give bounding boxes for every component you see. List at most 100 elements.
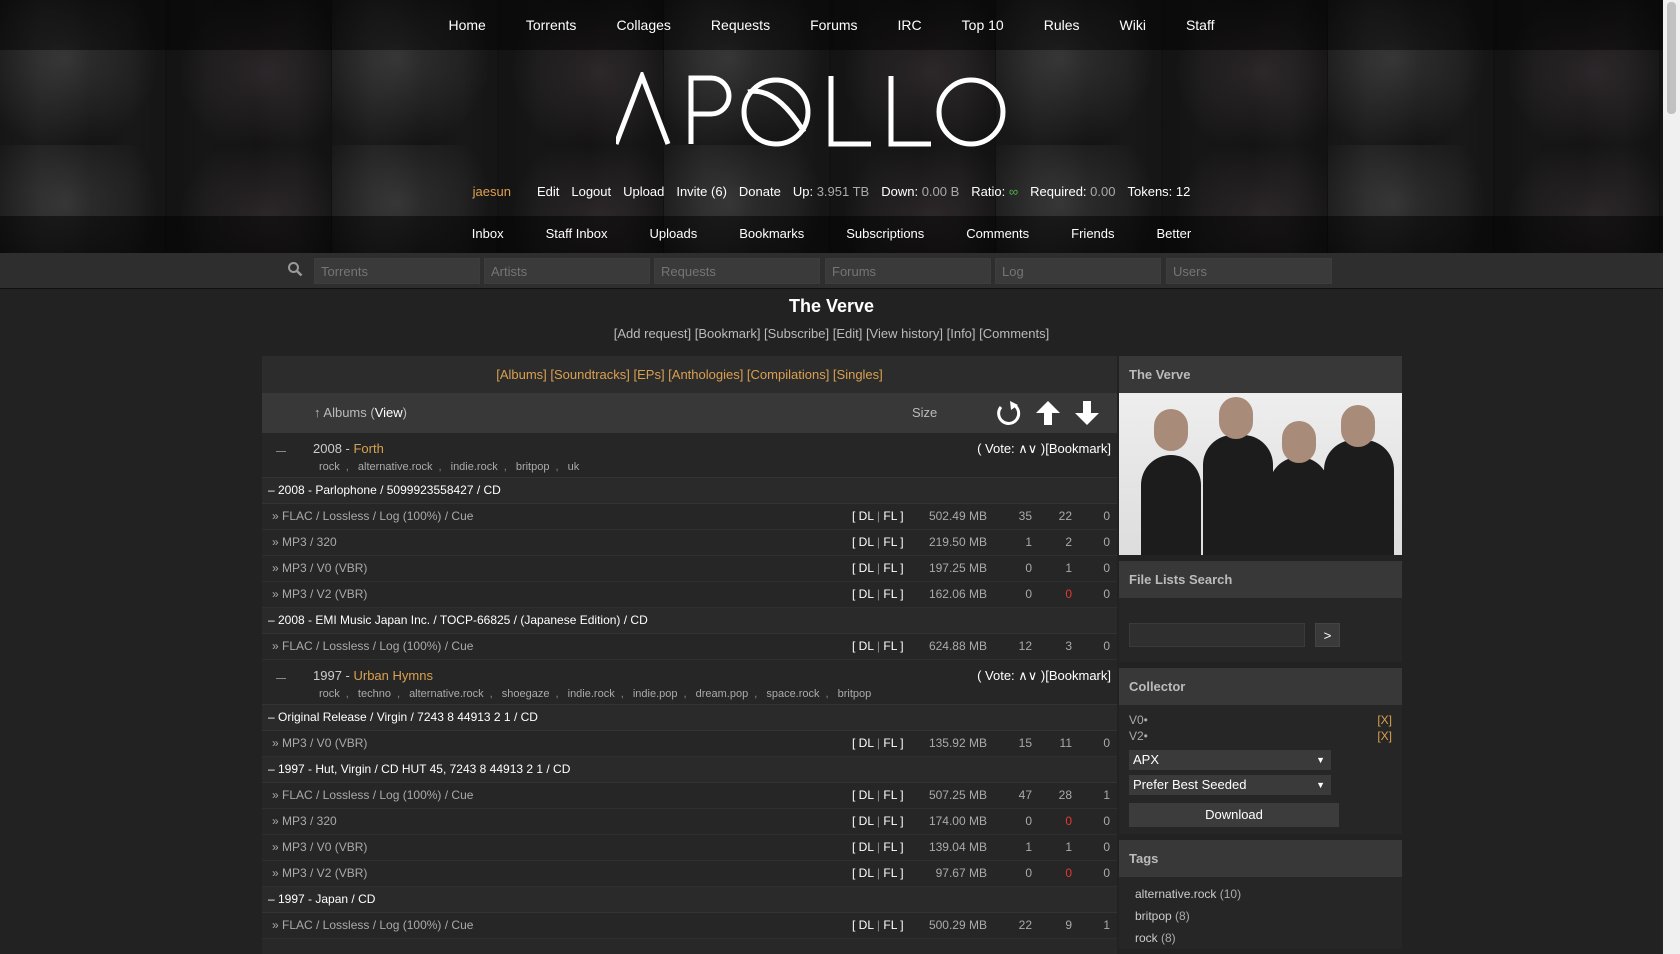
search-requests-input[interactable] (654, 258, 820, 284)
edition-row[interactable]: – Original Release / Virgin / 7243 8 449… (262, 705, 1117, 731)
torrent-format-link[interactable]: » MP3 / 320 (272, 809, 337, 834)
search-users-input[interactable] (1166, 258, 1332, 284)
nav-forums[interactable]: Forums (790, 0, 877, 50)
release-type-filter[interactable]: [Albums] [Soundtracks] [EPs] [Anthologie… (262, 356, 1117, 393)
remove-v0-button[interactable]: [X] (1377, 713, 1392, 727)
group-tag[interactable]: alternative.rock (358, 461, 433, 473)
nav-home[interactable]: Home (429, 0, 506, 50)
download-link[interactable]: DL (859, 587, 874, 601)
nav-torrents[interactable]: Torrents (506, 0, 597, 50)
artist-action-links[interactable]: [Add request] [Bookmark] [Subscribe] [Ed… (0, 326, 1663, 341)
torrent-format-link[interactable]: » MP3 / V0 (VBR) (272, 835, 367, 860)
edition-row[interactable]: – 1997 - Japan / CD (262, 887, 1117, 913)
nav-rules[interactable]: Rules (1024, 0, 1100, 50)
group-tag[interactable]: rock (319, 461, 340, 473)
group-tag[interactable]: techno (358, 688, 391, 700)
nav-irc[interactable]: IRC (878, 0, 942, 50)
apollo-logo[interactable] (616, 72, 1006, 152)
album-title-link[interactable]: Urban Hymns (353, 668, 432, 683)
search-forums-input[interactable] (825, 258, 991, 284)
torrent-format-link[interactable]: » FLAC / Lossless / Log (100%) / Cue (272, 634, 473, 659)
edit-profile-link[interactable]: Edit (537, 184, 559, 199)
group-tag[interactable]: dream.pop (696, 688, 749, 700)
torrent-format-link[interactable]: » MP3 / V0 (VBR) (272, 556, 367, 581)
subnav-better[interactable]: Better (1136, 216, 1213, 253)
nav-staff[interactable]: Staff (1166, 0, 1235, 50)
torrent-format-link[interactable]: » MP3 / V0 (VBR) (272, 731, 367, 756)
edition-row[interactable]: – 2008 - EMI Music Japan Inc. / TOCP-668… (262, 608, 1117, 634)
search-log-input[interactable] (995, 258, 1161, 284)
collector-download-button[interactable]: Download (1129, 803, 1339, 827)
group-tag[interactable]: britpop (838, 688, 872, 700)
scrollbar-thumb[interactable] (1667, 2, 1676, 114)
nav-requests[interactable]: Requests (691, 0, 790, 50)
username-link[interactable]: jaesun (473, 184, 511, 199)
nav-wiki[interactable]: Wiki (1100, 0, 1166, 50)
subnav-friends[interactable]: Friends (1050, 216, 1135, 253)
vote-bookmark[interactable]: ( Vote: ∧∨ )[Bookmark] (977, 668, 1111, 684)
album-title-link[interactable]: Forth (353, 441, 383, 456)
torrent-format-link[interactable]: » FLAC / Lossless / Log (100%) / Cue (272, 783, 473, 808)
leechers-count: 0 (1103, 587, 1110, 601)
file-list-search-button[interactable]: > (1315, 623, 1340, 647)
download-link[interactable]: DL (859, 509, 874, 523)
subnav-uploads[interactable]: Uploads (629, 216, 719, 253)
group-tag[interactable]: shoegaze (502, 688, 550, 700)
download-link[interactable]: DL (859, 866, 874, 880)
search-torrents-input[interactable] (314, 258, 480, 284)
download-link[interactable]: DL (859, 814, 874, 828)
collector-preset-select[interactable]: APX ▼ (1129, 750, 1331, 770)
donate-link[interactable]: Donate (739, 184, 781, 199)
tag-item[interactable]: britpop (8) (1119, 905, 1402, 927)
group-tag[interactable]: indie.pop (633, 688, 678, 700)
invite-link[interactable]: Invite (6) (676, 184, 727, 199)
group-tag[interactable]: britpop (516, 461, 550, 473)
group-tag[interactable]: rock (319, 688, 340, 700)
tag-item[interactable]: alternative.rock (10) (1119, 883, 1402, 905)
download-link[interactable]: DL (859, 639, 874, 653)
download-link[interactable]: DL (859, 840, 874, 854)
file-list-search-input[interactable] (1129, 623, 1305, 647)
edition-row[interactable]: – 1997 - Hut, Virgin / CD HUT 45, 7243 8… (262, 757, 1117, 783)
vote-bookmark[interactable]: ( Vote: ∧∨ )[Bookmark] (977, 441, 1111, 457)
subnav-subscriptions[interactable]: Subscriptions (825, 216, 945, 253)
download-link[interactable]: DL (859, 535, 874, 549)
collapse-toggle[interactable] (276, 678, 286, 679)
logout-link[interactable]: Logout (571, 184, 611, 199)
download-link[interactable]: DL (859, 788, 874, 802)
torrent-format-link[interactable]: » MP3 / V2 (VBR) (272, 582, 367, 607)
group-tag[interactable]: alternative.rock (409, 688, 484, 700)
remove-v2-button[interactable]: [X] (1377, 729, 1392, 743)
search-artists-input[interactable] (484, 258, 650, 284)
upload-link[interactable]: Upload (623, 184, 664, 199)
group-tag[interactable]: uk (568, 461, 580, 473)
torrent-format-link[interactable]: » FLAC / Lossless / Log (100%) / Cue (272, 913, 473, 938)
group-tag[interactable]: indie.rock (568, 688, 615, 700)
nav-top10[interactable]: Top 10 (942, 0, 1024, 50)
torrent-format-link[interactable]: » MP3 / 320 (272, 530, 337, 555)
edition-row[interactable]: – 2008 - Parlophone / 5099923558427 / CD (262, 478, 1117, 504)
subnav-inbox[interactable]: Inbox (451, 216, 525, 253)
albums-header-label[interactable]: ↑ Albums (View) (314, 405, 407, 420)
top-navigation: Home Torrents Collages Requests Forums I… (0, 0, 1663, 50)
torrent-row: » MP3 / V0 (VBR)[ DL | FL ] 139.04 MB 1 1 0 (262, 835, 1117, 861)
download-link[interactable]: DL (859, 918, 874, 932)
subnav-comments[interactable]: Comments (945, 216, 1050, 253)
group-tag[interactable]: space.rock (766, 688, 819, 700)
page-scrollbar[interactable] (1663, 0, 1680, 954)
snatches-count: 0 (1025, 814, 1032, 828)
download-link[interactable]: DL (859, 561, 874, 575)
torrent-group-header: 1997 - Urban Hymns ( Vote: ∧∨ )[Bookmark]… (262, 660, 1117, 705)
tag-item[interactable]: rock (8) (1119, 927, 1402, 949)
subnav-bookmarks[interactable]: Bookmarks (718, 216, 825, 253)
collapse-toggle[interactable] (276, 451, 286, 452)
torrent-format-link[interactable]: » MP3 / V2 (VBR) (272, 861, 367, 886)
collector-order-select[interactable]: Prefer Best Seeded ▼ (1129, 775, 1331, 795)
download-link[interactable]: DL (859, 736, 874, 750)
nav-collages[interactable]: Collages (596, 0, 690, 50)
group-tag[interactable]: indie.rock (451, 461, 498, 473)
subnav-staff-inbox[interactable]: Staff Inbox (525, 216, 629, 253)
chevron-down-icon: ▼ (1316, 755, 1325, 765)
torrent-format-link[interactable]: » FLAC / Lossless / Log (100%) / Cue (272, 504, 473, 529)
torrent-row: » FLAC / Lossless / Log (100%) / Cue[ DL… (262, 504, 1117, 530)
